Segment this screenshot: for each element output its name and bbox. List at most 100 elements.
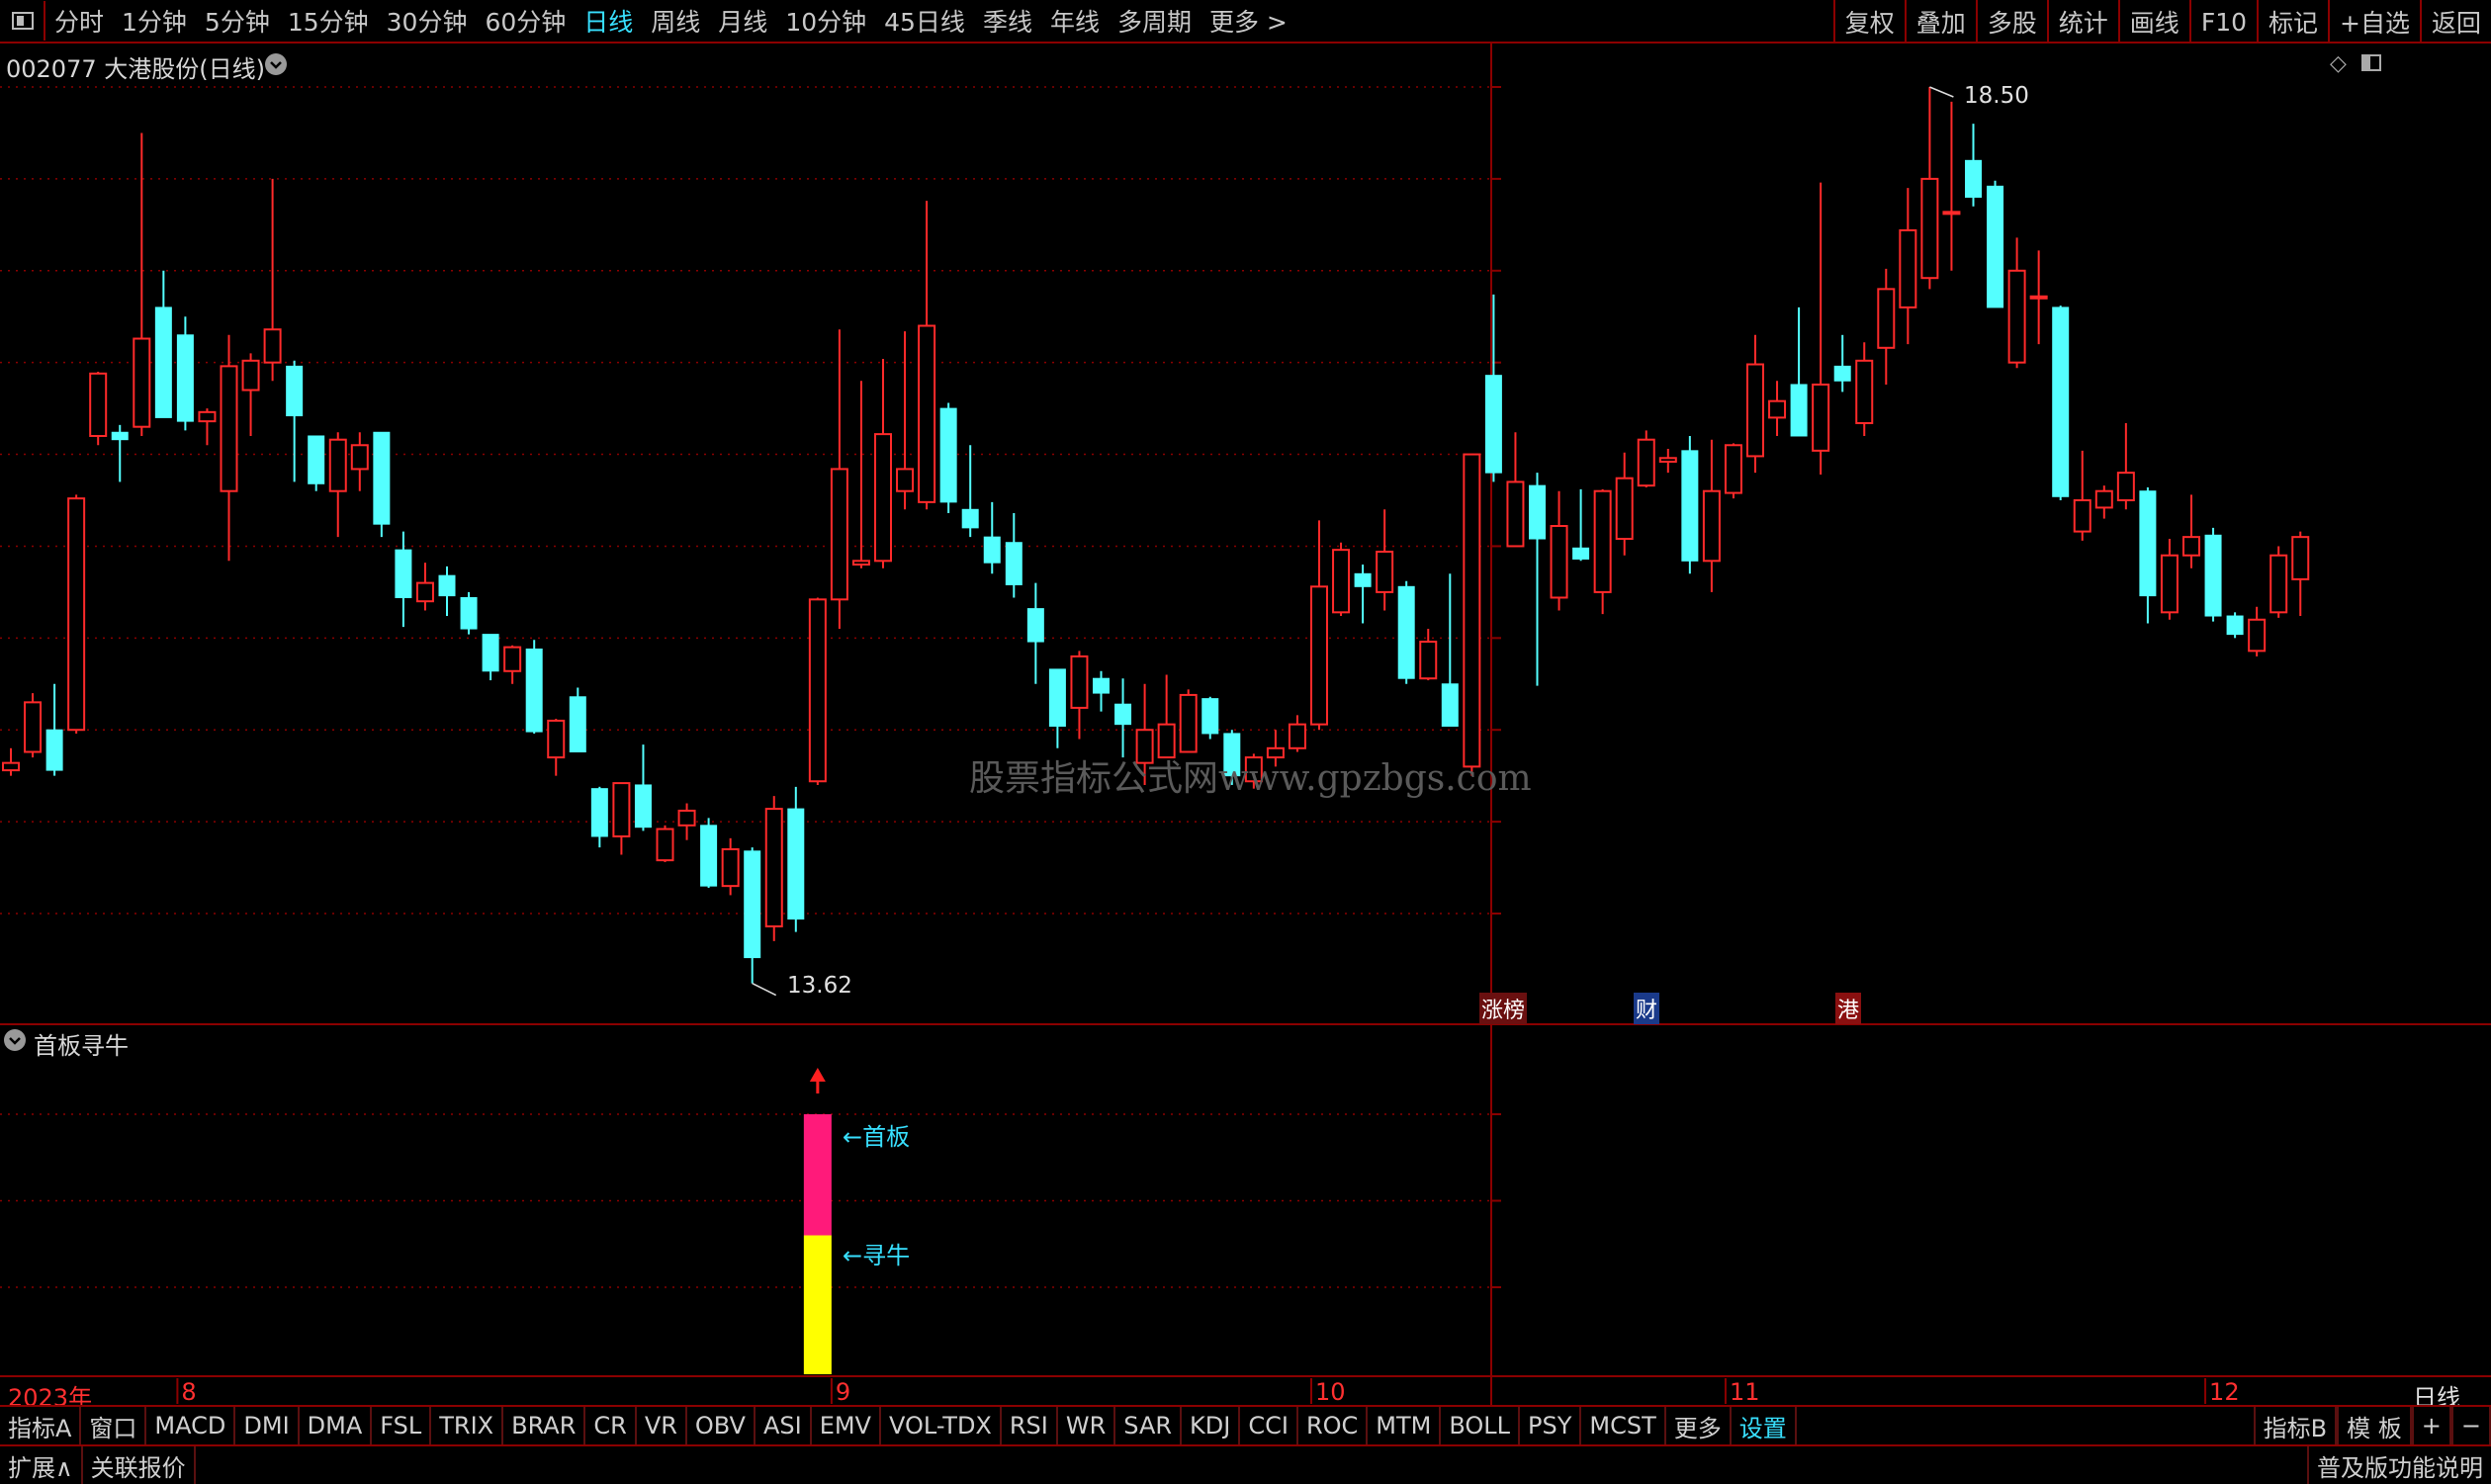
period-tab[interactable]: 15分钟 <box>279 0 378 43</box>
indicator-tab[interactable]: BOLL <box>1441 1407 1521 1444</box>
candle-body-up <box>1724 444 1742 494</box>
candle-body-up <box>1615 477 1634 541</box>
toolbar-button[interactable]: 标记 <box>2257 0 2328 44</box>
candle-body-up <box>2248 618 2267 653</box>
candle-body-up <box>2007 269 2026 364</box>
candle-body-down <box>744 850 761 959</box>
signal-label-first-board: ←首板 <box>843 1123 911 1151</box>
indicator-tab[interactable]: OBV <box>687 1407 756 1444</box>
period-tab[interactable]: 季线 <box>974 0 1041 43</box>
indicator-tab[interactable]: DMI <box>235 1407 300 1444</box>
toolbar-button[interactable]: F10 <box>2188 0 2257 44</box>
period-tab[interactable]: 10分钟 <box>776 0 875 43</box>
event-tag-limit-up[interactable]: 涨榜 <box>1479 993 1528 1024</box>
candle-body-up <box>2073 499 2091 533</box>
period-tab[interactable]: 周线 <box>642 0 709 43</box>
period-tab[interactable]: 1分钟 <box>113 0 196 43</box>
period-tab[interactable]: 月线 <box>709 0 776 43</box>
candle-body-up <box>1658 457 1677 463</box>
indicator-tab[interactable]: 更多 <box>1666 1407 1732 1444</box>
candle-body-up <box>2 761 20 772</box>
period-tab[interactable]: 更多 > <box>1201 0 1296 43</box>
expand-button[interactable]: 扩展∧ <box>0 1446 83 1484</box>
chevron-down-icon[interactable] <box>265 53 287 75</box>
signal-label-find-bull: ←寻牛 <box>843 1242 911 1269</box>
indicator-tab[interactable]: VOL-TDX <box>881 1407 1002 1444</box>
candle-body-down <box>1201 698 1219 735</box>
chevron-down-icon[interactable] <box>4 1029 26 1051</box>
indicator-tab[interactable]: VR <box>637 1407 687 1444</box>
period-tab[interactable]: 45日线 <box>875 0 974 43</box>
candle-body-down <box>111 431 129 441</box>
candle-body-down <box>939 407 957 503</box>
period-tab[interactable]: 60分钟 <box>476 0 575 43</box>
candle-body-up <box>1332 549 1351 614</box>
indicator-tab[interactable]: ROC <box>1298 1407 1369 1444</box>
indicator-tab[interactable]: CCI <box>1240 1407 1298 1444</box>
indicator-tab[interactable]: 窗口 <box>81 1407 147 1444</box>
period-tab[interactable]: 多周期 <box>1109 0 1201 43</box>
indicator-tab[interactable]: KDJ <box>1182 1407 1241 1444</box>
indicator-tab[interactable]: ASI <box>756 1407 812 1444</box>
indicator-tab[interactable]: EMV <box>812 1407 881 1444</box>
indicator-tab-action[interactable]: − <box>2450 1407 2491 1444</box>
indicator-tab[interactable]: SAR <box>1115 1407 1183 1444</box>
candle-body-up <box>1376 551 1394 593</box>
candle-body-down <box>2139 490 2157 597</box>
candle-body-down <box>634 784 652 829</box>
candle-body-down <box>482 634 499 672</box>
toolbar-button[interactable]: 叠加 <box>1904 0 1976 44</box>
indicator-tab-action[interactable]: 模 板 <box>2337 1407 2412 1444</box>
toolbar-button[interactable]: 返回 <box>2419 0 2491 44</box>
month-label: 8 <box>181 1378 197 1406</box>
candle-body-down <box>1965 159 1982 198</box>
diamond-icon[interactable]: ◇ <box>2330 51 2347 76</box>
indicator-tab[interactable]: 设置 <box>1732 1407 1797 1444</box>
period-tab[interactable]: 分时 <box>45 0 113 43</box>
candle-body-up <box>677 809 696 827</box>
indicator-tab-action[interactable]: + <box>2411 1407 2451 1444</box>
indicator-tab[interactable]: MACD <box>146 1407 236 1444</box>
indicator-tab[interactable]: WR <box>1058 1407 1116 1444</box>
indicator-tab[interactable]: MTM <box>1368 1407 1442 1444</box>
toolbar-button[interactable]: +自选 <box>2328 0 2420 44</box>
candle-body-up <box>1179 693 1198 753</box>
kline-chart[interactable] <box>0 44 2491 1405</box>
candle-body-up <box>2160 554 2179 614</box>
indicator-tabbar: 指标A 窗口 MACD DMI DMA FSL TRIX BRAR CR VR OBV ASI EMV V… <box>0 1405 2491 1444</box>
toolbar-button[interactable]: 复权 <box>1832 0 1905 44</box>
indicator-tab[interactable]: DMA <box>300 1407 373 1444</box>
panel-toggle-icon[interactable] <box>2361 54 2381 71</box>
indicator-tab[interactable]: BRAR <box>503 1407 586 1444</box>
indicator-tab[interactable]: CR <box>585 1407 637 1444</box>
indicator-tab[interactable]: PSY <box>1520 1407 1582 1444</box>
indicator-title: 首板寻牛 <box>34 1032 129 1060</box>
toolbar-button[interactable]: 画线 <box>2117 0 2189 44</box>
period-tab[interactable]: 30分钟 <box>378 0 477 43</box>
signal-arrow-head-icon <box>809 1068 826 1082</box>
period-tab[interactable]: 5分钟 <box>196 0 279 43</box>
indicator-tab[interactable]: MCST <box>1581 1407 1666 1444</box>
toolbar-button[interactable]: 统计 <box>2046 0 2118 44</box>
period-tab[interactable]: 日线 <box>575 0 642 43</box>
candle-body-down <box>1026 608 1044 643</box>
month-label: 11 <box>1729 1378 1760 1406</box>
indicator-tab[interactable]: FSL <box>372 1407 432 1444</box>
indicator-tab-action[interactable]: 指标B <box>2253 1407 2338 1444</box>
indicator-tab[interactable]: 指标A <box>0 1407 82 1444</box>
candle-body-down <box>2052 306 2070 497</box>
event-tag-hk[interactable]: 港 <box>1835 993 1862 1024</box>
low-marker-line <box>752 982 777 997</box>
event-tag-finance[interactable]: 财 <box>1634 993 1660 1024</box>
toolbar-button[interactable]: 多股 <box>1975 0 2047 44</box>
candle-body-down <box>983 536 1001 564</box>
candle-body-down <box>154 306 172 418</box>
window-icon[interactable] <box>12 12 34 30</box>
period-tab[interactable]: 年线 <box>1041 0 1109 43</box>
indicator-tab[interactable]: TRIX <box>431 1407 504 1444</box>
candle-body-up <box>1550 525 1568 599</box>
help-link[interactable]: 普及版功能说明 <box>2307 1446 2491 1484</box>
indicator-tab[interactable]: RSI <box>1002 1407 1058 1444</box>
related-quote-button[interactable]: 关联报价 <box>83 1446 196 1484</box>
candle-body-up <box>1702 489 1721 563</box>
